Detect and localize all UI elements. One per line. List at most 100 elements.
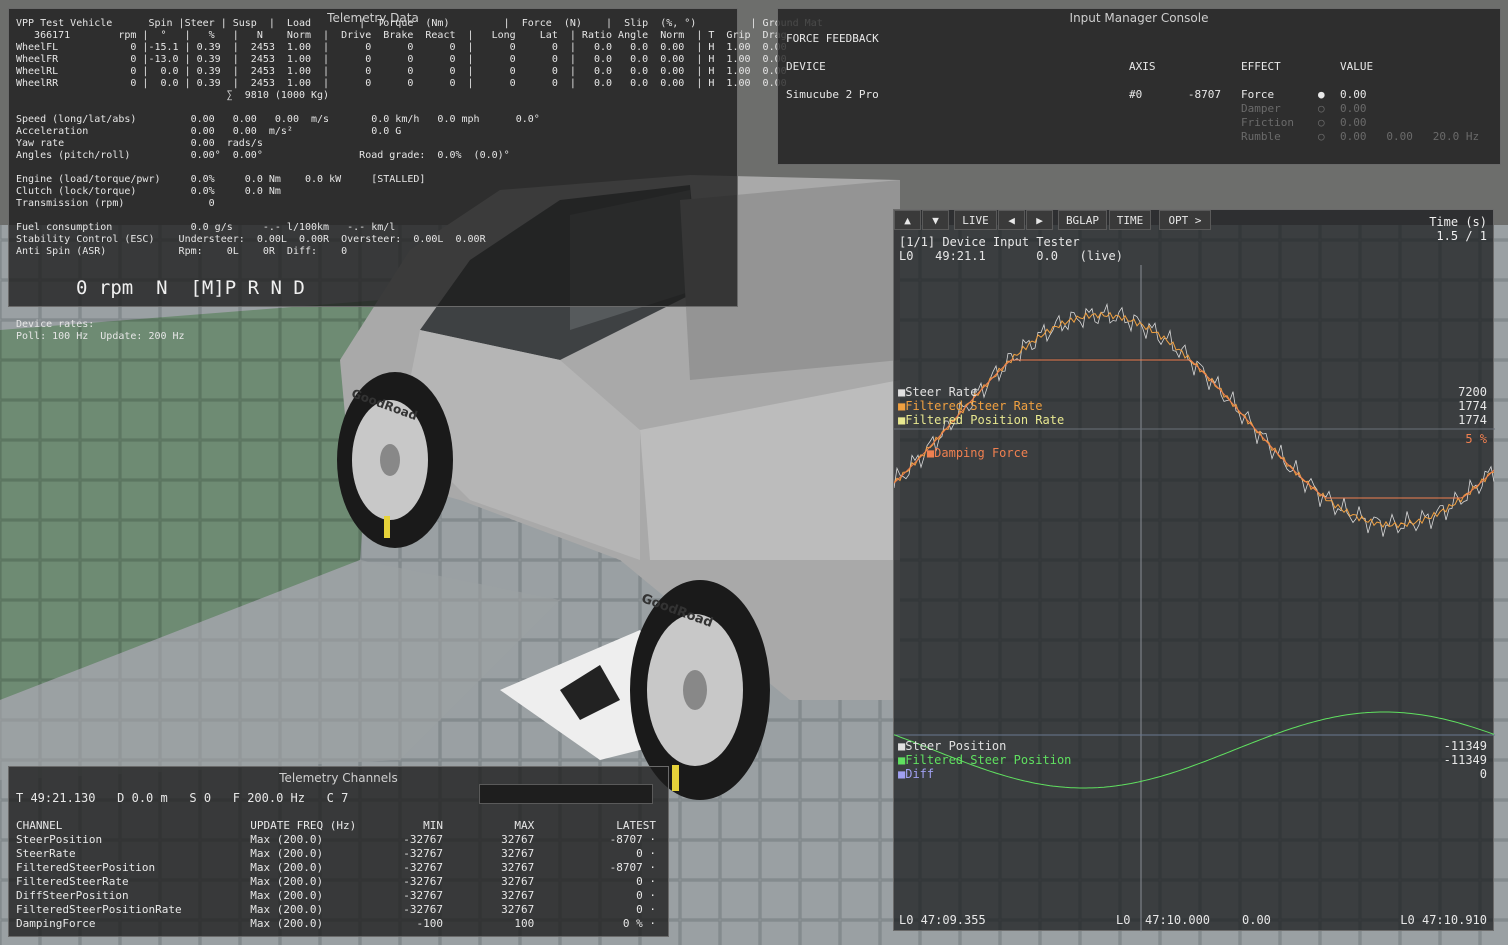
channel-row[interactable]: DiffSteerPosition Max (200.0) -32767 32767 0… bbox=[16, 889, 656, 903]
footer-cursor-time: 47:10.000 bbox=[1145, 913, 1211, 927]
telemetry-line: Angles (pitch/roll) 0.00° 0.00° Road gra… bbox=[16, 150, 510, 161]
telemetry-line: WheelFR 0 |-13.0 | 0.39 | 2453 1.00 | 0 … bbox=[16, 54, 787, 65]
col-update-freq: UPDATE FREQ (Hz) bbox=[250, 819, 357, 832]
channels-filter-box[interactable] bbox=[479, 784, 653, 804]
channel-max: 32767 bbox=[501, 861, 535, 874]
telemetry-line bbox=[16, 162, 823, 174]
col-max: MAX bbox=[514, 819, 535, 832]
channels-header-row: CHANNEL UPDATE FREQ (Hz) MIN MAX LATEST bbox=[16, 819, 656, 833]
legend-item[interactable]: ■Filtered Steer Rate bbox=[898, 399, 1043, 413]
channel-latest: -8707 · bbox=[609, 861, 656, 874]
col-channel: CHANNEL bbox=[16, 819, 63, 832]
channel-latest: 0 · bbox=[636, 903, 656, 916]
channel-row[interactable]: DampingForce Max (200.0) -100 100 0 % · bbox=[16, 917, 656, 931]
channel-row[interactable]: SteerRate Max (200.0) -32767 32767 0 · bbox=[16, 847, 656, 861]
footer-right-time: L0 47:10.910 bbox=[1400, 913, 1487, 927]
channel-max: 32767 bbox=[501, 875, 535, 888]
telemetry-channels-title: Telemetry Channels bbox=[279, 771, 398, 785]
effect-name[interactable]: Damper bbox=[1241, 102, 1281, 116]
telemetry-data-panel: Telemetry Data VPP Test Vehicle Spin |St… bbox=[8, 8, 823, 307]
telemetry-line: ∑ 9810 (1000 Kg) bbox=[16, 90, 330, 101]
channel-name: DampingForce bbox=[16, 917, 96, 930]
legend-value: 0 bbox=[1479, 767, 1487, 781]
effect-indicator: ○ bbox=[1318, 130, 1325, 143]
telemetry-line: Clutch (lock/torque) 0.0% 0.0 Nm bbox=[16, 186, 281, 197]
damping-value: 5 % bbox=[1465, 432, 1487, 446]
effect-name[interactable]: Rumble bbox=[1241, 130, 1281, 144]
axis-header: AXIS bbox=[1129, 60, 1156, 73]
input-manager-title: Input Manager Console bbox=[1069, 11, 1209, 25]
legend-value: 1774 bbox=[1458, 399, 1487, 413]
channel-row[interactable]: FilteredSteerPositionRate Max (200.0) -327… bbox=[16, 903, 656, 917]
force-feedback-heading: FORCE FEEDBACK bbox=[786, 32, 879, 45]
axis-id: #0 bbox=[1129, 88, 1143, 101]
channel-update-freq: Max (200.0) bbox=[250, 903, 324, 916]
channel-name: SteerPosition bbox=[16, 833, 103, 846]
legend-label: Filtered Steer Rate bbox=[905, 399, 1043, 413]
telemetry-line: Yaw rate 0.00 rads/s bbox=[16, 138, 263, 149]
channel-name: DiffSteerPosition bbox=[16, 889, 129, 902]
legend-value: -11349 bbox=[1443, 739, 1487, 753]
footer-left-time: L0 47:09.355 bbox=[899, 913, 986, 927]
effect-header: EFFECT bbox=[1241, 60, 1281, 73]
effect-name[interactable]: Force bbox=[1241, 88, 1274, 102]
damping-legend: ■Damping Force bbox=[898, 432, 1028, 474]
channel-min: -32767 bbox=[403, 861, 443, 874]
channel-max: 32767 bbox=[501, 847, 535, 860]
device-rates-label: Device rates: bbox=[16, 319, 95, 330]
channel-update-freq: Max (200.0) bbox=[250, 889, 324, 902]
effect-indicator: ○ bbox=[1318, 102, 1325, 115]
channel-min: -32767 bbox=[403, 903, 443, 916]
telemetry-line: Transmission (rpm) 0 bbox=[16, 198, 215, 209]
device-input-tester-panel: ▲ ▼ LIVE ◀ ▶ BGLAP TIME OPT > Time (s) 1… bbox=[893, 209, 1495, 932]
channel-max: 32767 bbox=[501, 903, 535, 916]
col-min: MIN bbox=[423, 819, 443, 832]
channel-update-freq: Max (200.0) bbox=[250, 875, 324, 888]
telemetry-line: WheelRL 0 | 0.0 | 0.39 | 2453 1.00 | 0 0… bbox=[16, 66, 787, 77]
channel-name: SteerRate bbox=[16, 847, 76, 860]
channel-name: FilteredSteerRate bbox=[16, 875, 129, 888]
channel-min: -32767 bbox=[403, 833, 443, 846]
axis-value: -8707 bbox=[1187, 88, 1221, 101]
legend-label: Filtered Position Rate bbox=[905, 413, 1065, 427]
channel-update-freq: Max (200.0) bbox=[250, 861, 324, 874]
channel-update-freq: Max (200.0) bbox=[250, 833, 324, 846]
telemetry-line bbox=[16, 210, 823, 222]
telemetry-line: WheelRR 0 | 0.0 | 0.39 | 2453 1.00 | 0 0… bbox=[16, 78, 787, 89]
channel-max: 32767 bbox=[501, 833, 535, 846]
footer-cursor-value: 0.00 bbox=[1242, 913, 1271, 927]
channel-min: -32767 bbox=[403, 847, 443, 860]
plot-area bbox=[894, 265, 1495, 932]
channel-name: FilteredSteerPositionRate bbox=[16, 903, 182, 916]
channel-row[interactable]: SteerPosition Max (200.0) -32767 32767 -8707… bbox=[16, 833, 656, 847]
channel-row[interactable]: FilteredSteerRate Max (200.0) -32767 32767 0… bbox=[16, 875, 656, 889]
value-header: VALUE bbox=[1340, 60, 1374, 73]
telemetry-line: Acceleration 0.00 0.00 m/s² 0.0 G bbox=[16, 126, 402, 137]
channel-update-freq: Max (200.0) bbox=[250, 847, 324, 860]
device-name[interactable]: Simucube 2 Pro bbox=[786, 88, 879, 102]
channel-latest: 0 · bbox=[636, 889, 656, 902]
telemetry-line: Stability Control (ESC) Understeer: 0.00… bbox=[16, 234, 486, 245]
device-header: DEVICE bbox=[786, 60, 826, 73]
effect-name[interactable]: Friction bbox=[1241, 116, 1294, 130]
channel-latest: 0 · bbox=[636, 847, 656, 860]
legend-label: Diff bbox=[905, 767, 935, 781]
telemetry-channels-panel: Telemetry Channels T 49:21.130 D 0.0 m S… bbox=[8, 766, 669, 937]
legend-item[interactable]: ■Filtered Position Rate bbox=[898, 413, 1064, 427]
effect-indicator: ● bbox=[1318, 88, 1325, 101]
col-latest: LATEST bbox=[616, 819, 656, 832]
channels-table: CHANNEL UPDATE FREQ (Hz) MIN MAX LATEST … bbox=[16, 819, 656, 931]
channel-latest: -8707 · bbox=[609, 833, 656, 846]
legend-item[interactable]: ■Filtered Steer Position bbox=[898, 753, 1071, 767]
damping-label: Damping Force bbox=[934, 446, 1029, 460]
gear-readout: 0 rpm N [M]P R N D bbox=[76, 277, 305, 299]
channel-min: -100 bbox=[416, 917, 443, 930]
legend-item[interactable]: ■Diff bbox=[898, 767, 934, 781]
legend-item[interactable]: ■Steer Rate bbox=[898, 385, 977, 399]
telemetry-line: Fuel consumption 0.0 g/s -.- l/100km -.-… bbox=[16, 222, 396, 233]
legend-value: 7200 bbox=[1458, 385, 1487, 399]
channel-row[interactable]: FilteredSteerPosition Max (200.0) -32767 32… bbox=[16, 861, 656, 875]
legend-item[interactable]: ■Steer Position bbox=[898, 739, 1006, 753]
channel-max: 100 bbox=[514, 917, 535, 930]
channel-min: -32767 bbox=[403, 889, 443, 902]
